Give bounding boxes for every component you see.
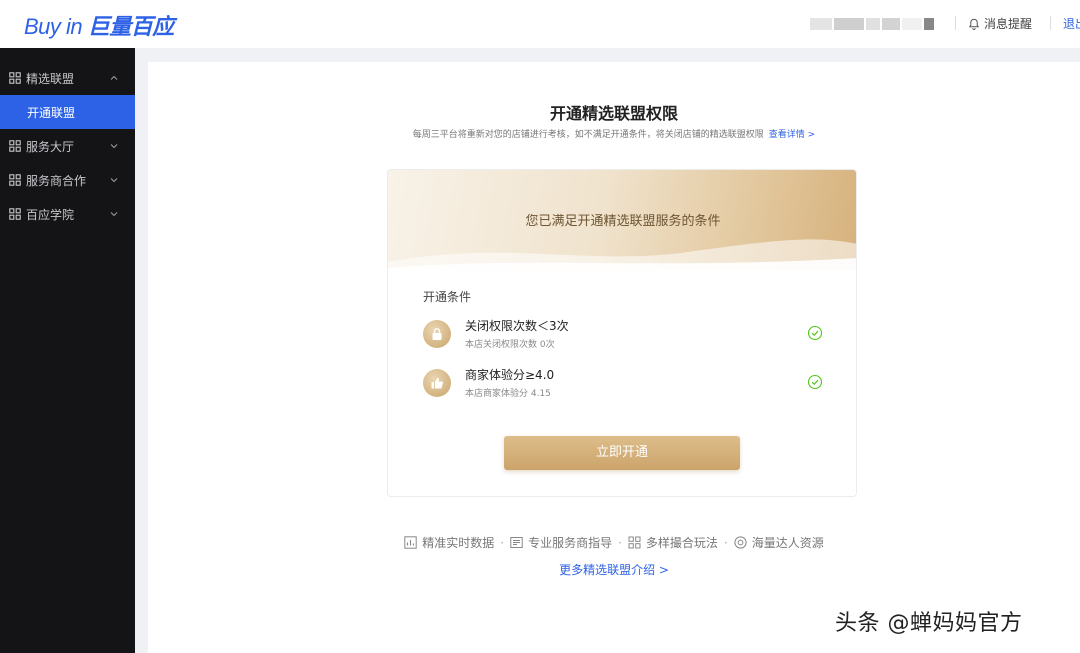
condition-detail: 本店商家体验分 4.15 — [465, 389, 551, 399]
sidebar-item-label: 精选联盟 — [26, 71, 75, 86]
eligibility-banner: 您已满足开通精选联盟服务的条件 — [388, 170, 856, 270]
sidebar-item-provider-coop[interactable]: 服务商合作 — [0, 163, 135, 197]
logo-cn: 巨量百应 — [87, 14, 175, 39]
more-intro-link[interactable]: 更多精选联盟介绍 > — [148, 561, 1080, 578]
view-details-link[interactable]: 查看详情 > — [769, 130, 815, 140]
feature-label: 精准实时数据 — [422, 536, 495, 550]
sidebar-item-service-hall[interactable]: 服务大厅 — [0, 129, 135, 163]
sidebar-item-label: 服务商合作 — [26, 173, 87, 188]
bar-chart-icon — [404, 536, 417, 549]
top-header: Buy in 巨量百应 消息提醒 退出 — [0, 0, 1080, 48]
feature-item: 海量达人资源 — [734, 534, 824, 551]
feature-label: 多样撮合玩法 — [645, 536, 718, 550]
target-icon — [734, 536, 747, 549]
sidebar-item-label: 服务大厅 — [26, 139, 75, 154]
condition-item: 商家体验分≥4.0 本店商家体验分 4.15 — [423, 366, 823, 402]
page-subtitle: 每周三平台将重新对您的店铺进行考核，如不满足开通条件，将关闭店铺的精选联盟权限查… — [148, 127, 1080, 140]
condition-item: 关闭权限次数＜3次 本店关闭权限次数 0次 — [423, 317, 823, 353]
subtitle-text: 每周三平台将重新对您的店铺进行考核，如不满足开通条件，将关闭店铺的精选联盟权限 — [412, 130, 764, 140]
sidebar-item-label: 开通联盟 — [27, 105, 76, 120]
conditions-label: 开通条件 — [423, 290, 472, 304]
thumbs-up-icon — [423, 369, 451, 397]
chevron-up-icon — [110, 75, 118, 80]
condition-title: 商家体验分≥4.0 — [465, 368, 555, 382]
condition-title: 关闭权限次数＜3次 — [465, 319, 569, 333]
feature-item: 精准实时数据 — [404, 534, 494, 551]
lock-icon — [423, 320, 451, 348]
feature-item: 专业服务商指导 — [510, 534, 612, 551]
user-account-blurred[interactable] — [810, 18, 934, 30]
sidebar-item-open-alliance[interactable]: 开通联盟 — [0, 95, 135, 129]
sidebar: 精选联盟 开通联盟 服务大厅 服务商合作 百应学院 — [0, 48, 135, 653]
logo[interactable]: Buy in 巨量百应 — [24, 9, 174, 41]
bell-icon — [968, 18, 980, 30]
separator: · — [723, 535, 728, 550]
watermark: 头条 @蝉妈妈官方 — [835, 611, 1023, 636]
grid-icon — [9, 72, 21, 84]
sidebar-item-label: 百应学院 — [26, 207, 75, 222]
logout-link[interactable]: 退出 — [1063, 15, 1080, 32]
sidebar-item-academy[interactable]: 百应学院 — [0, 197, 135, 231]
list-icon — [510, 537, 523, 548]
separator: · — [500, 535, 505, 550]
chevron-down-icon — [110, 144, 118, 149]
sidebar-item-selected-alliance[interactable]: 精选联盟 — [0, 61, 135, 95]
header-divider — [955, 16, 956, 30]
grid-icon — [9, 140, 21, 152]
grid-icon — [9, 208, 21, 220]
condition-detail: 本店关闭权限次数 0次 — [465, 340, 555, 350]
main-content: 开通精选联盟权限 每周三平台将重新对您的店铺进行考核，如不满足开通条件，将关闭店… — [148, 62, 1080, 653]
feature-label: 专业服务商指导 — [528, 536, 613, 550]
feature-label: 海量达人资源 — [751, 536, 824, 550]
separator: · — [618, 535, 622, 550]
page-title: 开通精选联盟权限 — [549, 104, 678, 123]
check-circle-icon — [807, 374, 823, 390]
open-now-button[interactable]: 立即开通 — [504, 436, 740, 470]
chevron-down-icon — [110, 212, 118, 217]
chevron-down-icon — [110, 178, 118, 183]
notification-button[interactable]: 消息提醒 — [968, 15, 1032, 32]
eligibility-panel: 您已满足开通精选联盟服务的条件 开通条件 关闭权限次数＜3次 本店关闭权限次数 … — [387, 169, 857, 497]
check-circle-icon — [807, 325, 823, 341]
eligibility-message: 您已满足开通精选联盟服务的条件 — [525, 214, 721, 229]
grid-icon — [9, 174, 21, 186]
notification-label: 消息提醒 — [984, 17, 1033, 31]
logo-latin: Buy in — [24, 14, 83, 39]
header-divider — [1050, 16, 1051, 30]
feature-item: 多样撮合玩法 — [628, 534, 718, 551]
grid-icon — [628, 536, 641, 549]
feature-list: 精准实时数据 · 专业服务商指导 · 多样撮合玩法 · 海量达人资源 — [148, 534, 1080, 551]
